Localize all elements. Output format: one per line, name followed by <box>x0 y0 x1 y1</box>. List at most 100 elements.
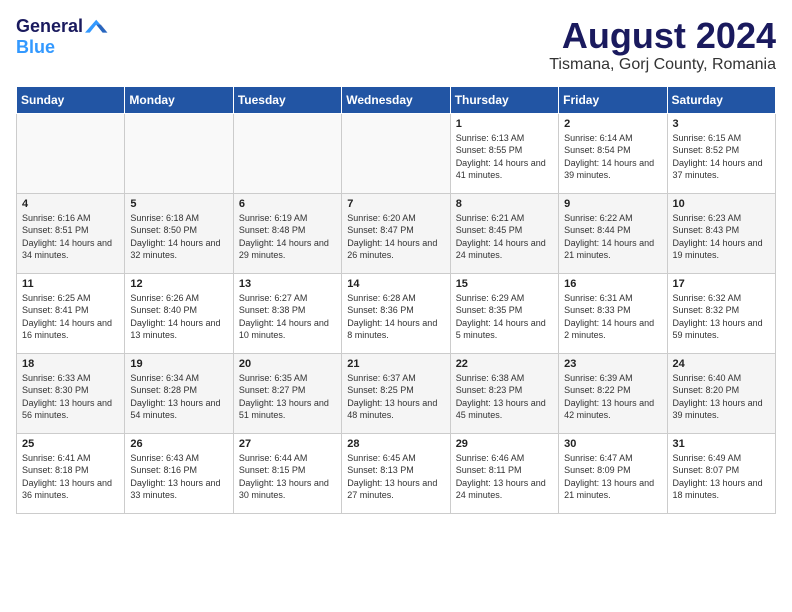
day-info: Sunrise: 6:31 AMSunset: 8:33 PMDaylight:… <box>564 292 661 342</box>
day-number: 29 <box>456 438 553 450</box>
sunset-label: Sunset: 8:35 PM <box>456 305 523 315</box>
sunrise-label: Sunrise: 6:14 AM <box>564 133 633 143</box>
day-number: 16 <box>564 278 661 290</box>
calendar-cell <box>125 113 233 193</box>
daylight-label: Daylight: 14 hours and 2 minutes. <box>564 318 654 341</box>
sunrise-label: Sunrise: 6:28 AM <box>347 293 416 303</box>
day-info: Sunrise: 6:27 AMSunset: 8:38 PMDaylight:… <box>239 292 336 342</box>
day-number: 10 <box>673 198 770 210</box>
sunrise-label: Sunrise: 6:21 AM <box>456 213 525 223</box>
daylight-label: Daylight: 14 hours and 24 minutes. <box>456 238 546 261</box>
calendar-cell: 5Sunrise: 6:18 AMSunset: 8:50 PMDaylight… <box>125 193 233 273</box>
day-info: Sunrise: 6:43 AMSunset: 8:16 PMDaylight:… <box>130 452 227 502</box>
sunset-label: Sunset: 8:13 PM <box>347 465 414 475</box>
sunset-label: Sunset: 8:27 PM <box>239 385 306 395</box>
calendar-cell: 27Sunrise: 6:44 AMSunset: 8:15 PMDayligh… <box>233 433 341 513</box>
day-number: 11 <box>22 278 119 290</box>
sunset-label: Sunset: 8:30 PM <box>22 385 89 395</box>
calendar-cell: 4Sunrise: 6:16 AMSunset: 8:51 PMDaylight… <box>17 193 125 273</box>
calendar-cell: 12Sunrise: 6:26 AMSunset: 8:40 PMDayligh… <box>125 273 233 353</box>
daylight-label: Daylight: 13 hours and 51 minutes. <box>239 398 329 421</box>
sunrise-label: Sunrise: 6:33 AM <box>22 373 91 383</box>
day-info: Sunrise: 6:21 AM Sunset: 8:45 PM Daylight:… <box>456 212 553 262</box>
day-number: 19 <box>130 358 227 370</box>
sunset-label: Sunset: 8:33 PM <box>564 305 631 315</box>
sunset-label: Sunset: 8:16 PM <box>130 465 197 475</box>
calendar-cell: 21Sunrise: 6:37 AMSunset: 8:25 PMDayligh… <box>342 353 450 433</box>
day-number: 9 <box>564 198 661 210</box>
sunrise-label: Sunrise: 6:22 AM <box>564 213 633 223</box>
sunset-label: Sunset: 8:45 PM <box>456 225 523 235</box>
calendar-cell: 29Sunrise: 6:46 AMSunset: 8:11 PMDayligh… <box>450 433 558 513</box>
day-info: Sunrise: 6:38 AMSunset: 8:23 PMDaylight:… <box>456 372 553 422</box>
sunrise-label: Sunrise: 6:45 AM <box>347 453 416 463</box>
daylight-label: Daylight: 14 hours and 37 minutes. <box>673 158 763 181</box>
sunrise-label: Sunrise: 6:20 AM <box>347 213 416 223</box>
sunset-label: Sunset: 8:38 PM <box>239 305 306 315</box>
day-info: Sunrise: 6:35 AMSunset: 8:27 PMDaylight:… <box>239 372 336 422</box>
day-number: 15 <box>456 278 553 290</box>
calendar-cell: 25Sunrise: 6:41 AMSunset: 8:18 PMDayligh… <box>17 433 125 513</box>
sunrise-label: Sunrise: 6:37 AM <box>347 373 416 383</box>
calendar-cell: 8Sunrise: 6:21 AMSunset: 8:45 PMDaylight… <box>450 193 558 273</box>
day-number: 3 <box>673 118 770 130</box>
daylight-label: Daylight: 14 hours and 21 minutes. <box>564 238 654 261</box>
day-number: 23 <box>564 358 661 370</box>
day-info: Sunrise: 6:41 AMSunset: 8:18 PMDaylight:… <box>22 452 119 502</box>
day-number: 1 <box>456 118 553 130</box>
daylight-label: Daylight: 13 hours and 45 minutes. <box>456 398 546 421</box>
calendar-cell: 2Sunrise: 6:14 AMSunset: 8:54 PMDaylight… <box>559 113 667 193</box>
day-info: Sunrise: 6:13 AMSunset: 8:55 PMDaylight:… <box>456 132 553 182</box>
sunrise-label: Sunrise: 6:16 AM <box>22 213 91 223</box>
day-info: Sunrise: 6:16 AMSunset: 8:51 PMDaylight:… <box>22 212 119 262</box>
calendar-cell: 1 Sunrise: 6:13 AMSunset: 8:55 PMDaylight… <box>450 113 558 193</box>
calendar-cell: 18Sunrise: 6:33 AMSunset: 8:30 PMDayligh… <box>17 353 125 433</box>
col-header-friday: Friday <box>559 86 667 113</box>
day-info: Sunrise: 6:39 AMSunset: 8:22 PMDaylight:… <box>564 372 661 422</box>
day-info: Sunrise: 6:40 AMSunset: 8:20 PMDaylight:… <box>673 372 770 422</box>
week-row-5: 25Sunrise: 6:41 AMSunset: 8:18 PMDayligh… <box>17 433 776 513</box>
day-number: 20 <box>239 358 336 370</box>
calendar-cell: 19Sunrise: 6:34 AMSunset: 8:28 PMDayligh… <box>125 353 233 433</box>
sunrise-label: Sunrise: 6:44 AM <box>239 453 308 463</box>
day-info: Sunrise: 6:29 AMSunset: 8:35 PMDaylight:… <box>456 292 553 342</box>
sunset-label: Sunset: 8:18 PM <box>22 465 89 475</box>
daylight-label: Daylight: 13 hours and 48 minutes. <box>347 398 437 421</box>
daylight-label: Daylight: 13 hours and 36 minutes. <box>22 478 112 501</box>
daylight-label: Daylight: 14 hours and 39 minutes. <box>564 158 654 181</box>
sunset-label: Sunset: 8:25 PM <box>347 385 414 395</box>
calendar-table: SundayMondayTuesdayWednesdayThursdayFrid… <box>16 86 776 514</box>
day-number: 5 <box>130 198 227 210</box>
day-number: 4 <box>22 198 119 210</box>
sunrise-label: Sunrise: 6:19 AM <box>239 213 308 223</box>
calendar-cell: 22 Sunrise: 6:38 AMSunset: 8:23 PMDayligh… <box>450 353 558 433</box>
sunset-label: Sunset: 8:11 PM <box>456 465 522 475</box>
sunrise-label: Sunrise: 6:23 AM <box>673 213 742 223</box>
daylight-label: Daylight: 14 hours and 32 minutes. <box>130 238 220 261</box>
calendar-cell: 31Sunrise: 6:49 AMSunset: 8:07 PMDayligh… <box>667 433 775 513</box>
daylight-label: Daylight: 13 hours and 33 minutes. <box>130 478 220 501</box>
sunset-label: Sunset: 8:20 PM <box>673 385 740 395</box>
day-number: 22 <box>456 358 553 370</box>
day-number: 18 <box>22 358 119 370</box>
sunrise-label: Sunrise: 6:49 AM <box>673 453 742 463</box>
sunset-label: Sunset: 8:55 PM <box>456 145 523 155</box>
calendar-cell: 28Sunrise: 6:45 AMSunset: 8:13 PMDayligh… <box>342 433 450 513</box>
sunrise-label: Sunrise: 6:25 AM <box>22 293 91 303</box>
sunset-label: Sunset: 8:09 PM <box>564 465 631 475</box>
header-row: SundayMondayTuesdayWednesdayThursdayFrid… <box>17 86 776 113</box>
daylight-label: Daylight: 13 hours and 18 minutes. <box>673 478 763 501</box>
sunset-label: Sunset: 8:28 PM <box>130 385 197 395</box>
daylight-label: Daylight: 13 hours and 21 minutes. <box>564 478 654 501</box>
calendar-cell: 26Sunrise: 6:43 AMSunset: 8:16 PMDayligh… <box>125 433 233 513</box>
day-number: 13 <box>239 278 336 290</box>
page-header: General Blue August 2024 Tismana, Gorj C… <box>16 16 776 74</box>
logo: General Blue <box>16 16 109 58</box>
sunset-label: Sunset: 8:32 PM <box>673 305 740 315</box>
col-header-thursday: Thursday <box>450 86 558 113</box>
calendar-cell <box>17 113 125 193</box>
daylight-label: Daylight: 13 hours and 42 minutes. <box>564 398 654 421</box>
day-number: 28 <box>347 438 444 450</box>
sunset-label: Sunset: 8:51 PM <box>22 225 89 235</box>
col-header-saturday: Saturday <box>667 86 775 113</box>
